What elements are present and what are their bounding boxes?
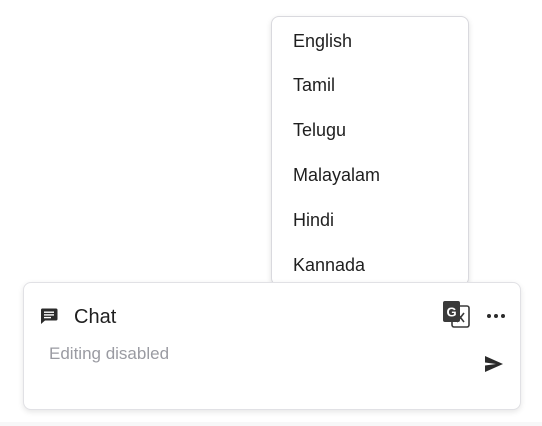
send-icon[interactable] [483,353,505,375]
page: English Tamil Telugu Malayalam Hindi Kan… [0,0,542,426]
chat-panel: Chat G Editing disabled [23,282,521,410]
bottom-divider [0,422,542,426]
svg-text:G: G [446,305,456,320]
language-option-english[interactable]: English [272,19,468,63]
language-dropdown-menu: English Tamil Telugu Malayalam Hindi Kan… [271,16,469,286]
language-option-tamil[interactable]: Tamil [272,63,468,108]
language-option-malayalam[interactable]: Malayalam [272,153,468,198]
chat-bubble-icon [40,308,58,324]
chat-input-placeholder[interactable]: Editing disabled [49,343,169,365]
language-option-telugu[interactable]: Telugu [272,108,468,153]
translate-icon[interactable]: G [442,300,470,328]
more-options-icon[interactable] [485,305,507,327]
language-option-hindi[interactable]: Hindi [272,198,468,243]
chat-title: Chat [74,306,117,328]
